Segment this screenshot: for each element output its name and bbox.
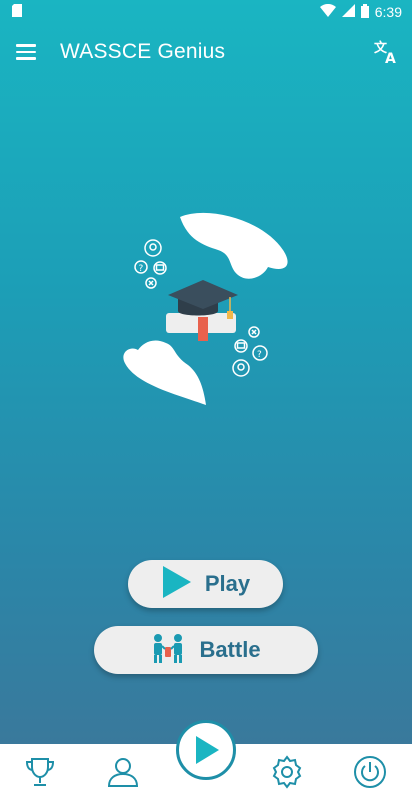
- settings-icon[interactable]: [269, 754, 305, 790]
- play-circle-icon[interactable]: [176, 720, 236, 780]
- quiz-icons-top: ?: [134, 239, 167, 289]
- wifi-icon: [319, 3, 336, 20]
- hero-illustration: ? ?: [118, 205, 298, 415]
- status-icons: 6:39: [319, 3, 402, 21]
- translate-icon[interactable]: 文 A: [372, 38, 400, 67]
- play-button[interactable]: Play: [128, 560, 283, 608]
- svg-text:?: ?: [139, 264, 144, 274]
- play-button-label: Play: [204, 571, 251, 596]
- signal-icon: [341, 4, 355, 20]
- menu-icon[interactable]: [16, 40, 40, 64]
- app-title: WASSCE Genius: [60, 40, 226, 63]
- speech-bubble-top: [180, 212, 288, 279]
- svg-text:A: A: [385, 51, 396, 66]
- power-icon[interactable]: [352, 754, 388, 790]
- app-bar: WASSCE Genius 文 A: [0, 24, 412, 80]
- battery-icon: [360, 3, 369, 21]
- battle-people-icon: [151, 633, 185, 668]
- sd-card-icon: [12, 4, 22, 20]
- battle-button-label: Battle: [199, 637, 261, 662]
- trophy-icon[interactable]: [22, 754, 58, 790]
- quiz-icons-bottom: ?: [232, 326, 268, 377]
- status-bar: 6:39: [0, 0, 412, 24]
- profile-icon[interactable]: [105, 754, 141, 790]
- svg-text:?: ?: [257, 350, 262, 360]
- speech-bubble-bottom: [123, 340, 206, 405]
- play-triangle-icon: [161, 565, 191, 603]
- clock-text: 6:39: [374, 4, 402, 20]
- battle-button[interactable]: Battle: [94, 626, 318, 674]
